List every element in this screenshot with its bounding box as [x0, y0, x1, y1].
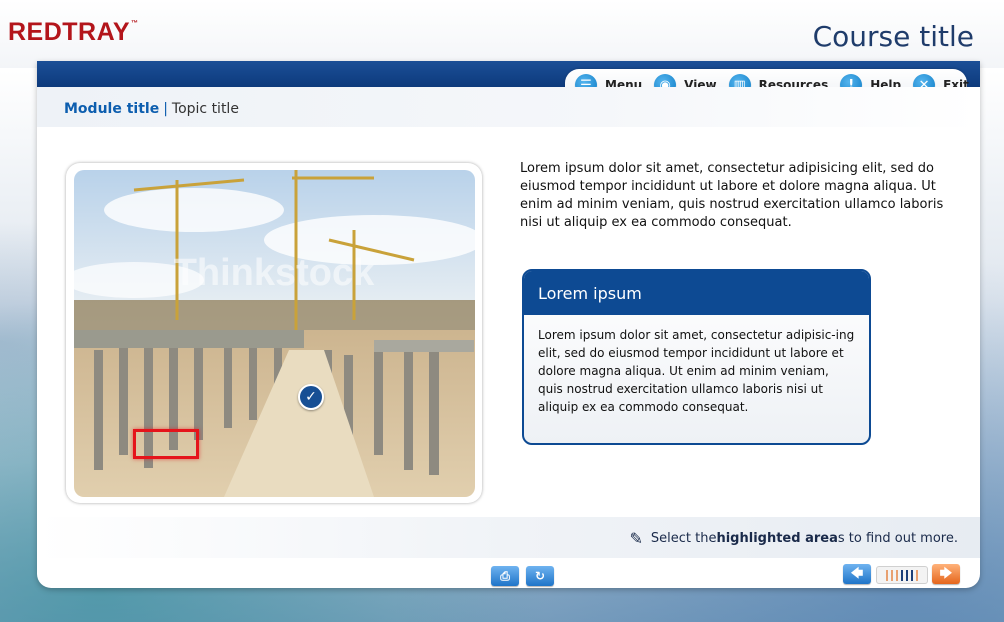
breadcrumb-separator: |	[163, 101, 168, 117]
replay-button[interactable]: ↻	[526, 566, 554, 586]
progress-tick	[911, 569, 913, 581]
instruction-bold: highlighted area	[716, 531, 838, 546]
watermark-text: Thinkstock	[174, 252, 375, 294]
print-icon: ⎙	[500, 568, 510, 583]
redtray-logo: REDTRAY™	[8, 18, 139, 46]
hotspot-visited-checkmark[interactable]: ✓	[298, 384, 324, 410]
instruction-post: s to find out more.	[837, 531, 958, 546]
progress-tick	[901, 569, 903, 581]
progress-tick	[896, 569, 898, 581]
print-button[interactable]: ⎙	[491, 566, 519, 586]
breadcrumb: Module title | Topic title	[64, 101, 239, 117]
highlighted-area-hotspot[interactable]	[133, 429, 199, 459]
progress-indicator	[876, 566, 928, 584]
arrow-left-icon: 🡄	[850, 565, 864, 580]
arrow-right-icon: 🡆	[939, 565, 953, 580]
topic-title: Topic title	[171, 101, 239, 117]
module-title: Module title	[64, 101, 160, 117]
info-box-title: Lorem ipsum	[524, 271, 869, 315]
info-box-body: Lorem ipsum dolor sit amet, consectetur …	[538, 328, 855, 414]
info-box: Lorem ipsum Lorem ipsum dolor sit amet, …	[522, 269, 871, 445]
back-button[interactable]: 🡄	[843, 564, 871, 584]
next-button[interactable]: 🡆	[932, 564, 960, 584]
course-title: Course title	[812, 20, 974, 53]
progress-tick	[906, 569, 908, 581]
progress-tick	[886, 569, 888, 581]
instruction-text: ✎ Select the highlighted area s to find o…	[629, 529, 958, 548]
mouse-pointer-icon: ✎	[629, 529, 643, 548]
header: REDTRAY™ Course title	[0, 0, 1004, 68]
progress-tick	[916, 569, 918, 581]
intro-paragraph: Lorem ipsum dolor sit amet, consectetur …	[520, 161, 944, 230]
replay-icon: ↻	[534, 569, 546, 583]
instruction-pre: Select the	[650, 531, 717, 546]
progress-tick	[891, 569, 893, 581]
